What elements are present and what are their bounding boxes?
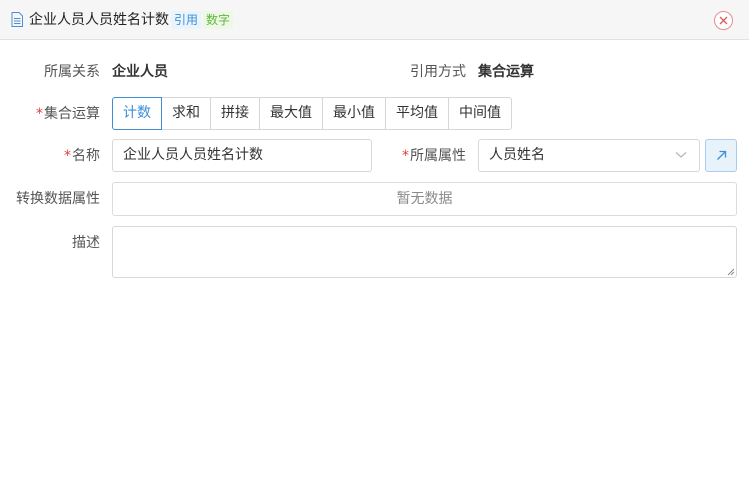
resize-grip-icon[interactable] — [727, 268, 735, 276]
number-tag: 数字 — [203, 11, 234, 29]
agg-sum-button[interactable]: 求和 — [161, 97, 211, 130]
close-button[interactable] — [714, 11, 733, 30]
aggregation-label: *集合运算 — [0, 104, 100, 124]
agg-count-button[interactable]: 计数 — [112, 97, 162, 130]
reference-tag: 引用 — [171, 11, 202, 29]
agg-min-button[interactable]: 最小值 — [322, 97, 386, 130]
ref-mode-value: 集合运算 — [478, 64, 534, 80]
close-circle-icon — [719, 16, 728, 25]
required-mark: * — [36, 106, 43, 122]
agg-concat-button[interactable]: 拼接 — [210, 97, 260, 130]
arrow-up-right-icon — [717, 150, 727, 160]
desc-textarea[interactable] — [112, 226, 737, 278]
open-attr-button[interactable] — [705, 139, 737, 172]
belong-value: 企业人员 — [112, 64, 168, 80]
attr-select-value: 人员姓名 — [489, 147, 545, 163]
required-mark: * — [64, 148, 71, 164]
name-label-text: 名称 — [72, 148, 100, 164]
desc-label: 描述 — [72, 235, 100, 251]
convert-empty-text: 暂无数据 — [396, 191, 453, 207]
aggregation-segmented: 计数 求和 拼接 最大值 最小值 平均值 中间值 — [112, 97, 512, 130]
agg-max-button[interactable]: 最大值 — [259, 97, 323, 130]
agg-median-button[interactable]: 中间值 — [448, 97, 512, 130]
dialog-title: 企业人员人员姓名计数 — [29, 12, 169, 28]
dialog-header: 企业人员人员姓名计数 引用 数字 — [0, 0, 749, 40]
aggregation-label-text: 集合运算 — [44, 106, 100, 122]
chevron-down-icon — [675, 152, 687, 158]
attr-select[interactable]: 人员姓名 — [478, 139, 700, 172]
attr-label: *所属属性 — [380, 146, 466, 166]
name-label: *名称 — [0, 146, 100, 166]
name-input[interactable]: 企业人员人员姓名计数 — [112, 139, 372, 172]
belong-label: 所属关系 — [44, 64, 100, 80]
required-mark: * — [402, 148, 409, 164]
convert-label: 转换数据属性 — [16, 191, 100, 207]
convert-empty-box[interactable]: 暂无数据 — [112, 182, 737, 216]
ref-mode-label: 引用方式 — [410, 64, 466, 80]
agg-avg-button[interactable]: 平均值 — [385, 97, 449, 130]
document-icon — [11, 12, 23, 27]
attr-label-text: 所属属性 — [410, 148, 466, 164]
